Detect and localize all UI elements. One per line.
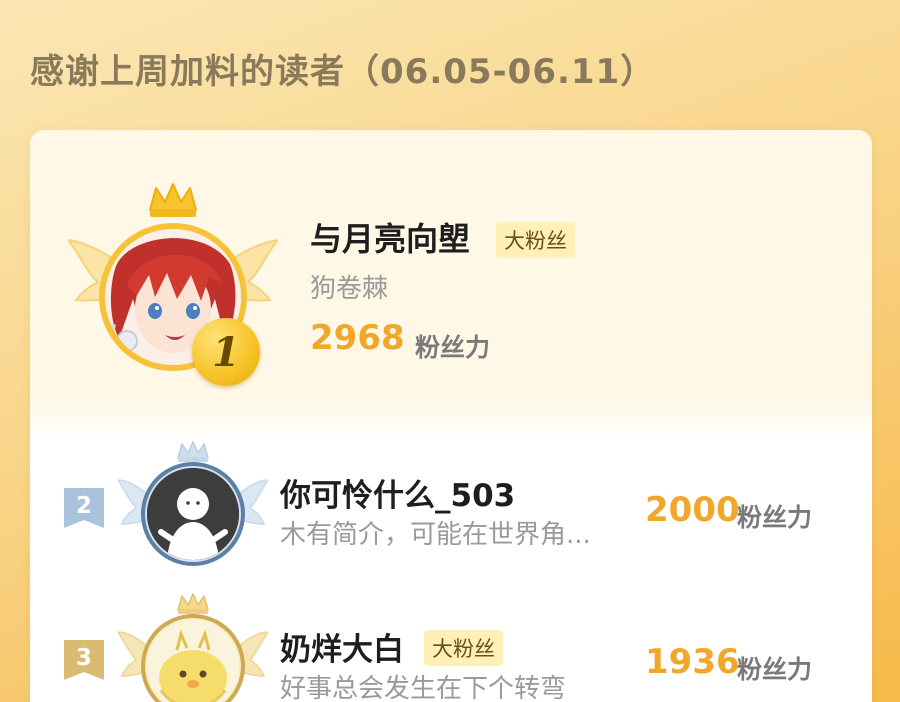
fan-power-label: 粉丝力: [737, 655, 813, 684]
reader-name[interactable]: 你可怜什么_503: [280, 470, 515, 515]
reader-bio: 好事总会发生在下个转弯: [280, 674, 567, 702]
fan-power-score: 1936: [645, 642, 740, 682]
reader-avatar-frame[interactable]: [118, 440, 268, 568]
avatar: [147, 620, 239, 702]
fan-power-score: 2000: [645, 490, 740, 530]
reader-name[interactable]: 奶烊大白: [280, 624, 404, 669]
fan-power-label: 粉丝力: [737, 503, 813, 532]
reader-bio: 狗卷棘: [310, 274, 389, 304]
fan-power-score: 2968: [310, 318, 405, 358]
crown-icon: [177, 441, 209, 462]
top-reader-avatar-frame[interactable]: 1: [68, 182, 278, 386]
rank-medal-icon: 1: [192, 318, 260, 386]
fan-level-badge: 大粉丝: [496, 222, 575, 258]
reader-name[interactable]: 与月亮向塱: [310, 214, 470, 260]
crown-icon: [177, 593, 209, 614]
rank-medal-icon: 3: [62, 638, 106, 682]
page-title: 感谢上周加料的读者（06.05-06.11）: [30, 52, 656, 92]
fan-level-badge: 大粉丝: [424, 630, 503, 666]
fan-power-label: 粉丝力: [415, 333, 491, 362]
reader-avatar-frame[interactable]: [118, 592, 268, 702]
leaderboard-card: 1 与月亮向塱 大粉丝 狗卷棘 2968 粉丝力 2 你可怜什么_503 木有简…: [30, 130, 872, 702]
rank-number: 2: [75, 493, 92, 519]
rank-medal-icon: 2: [62, 486, 106, 530]
reader-bio: 木有简介，可能在世界角...: [280, 520, 591, 550]
crown-icon: [149, 183, 197, 217]
rank-number: 3: [75, 645, 92, 671]
avatar: [147, 468, 239, 560]
